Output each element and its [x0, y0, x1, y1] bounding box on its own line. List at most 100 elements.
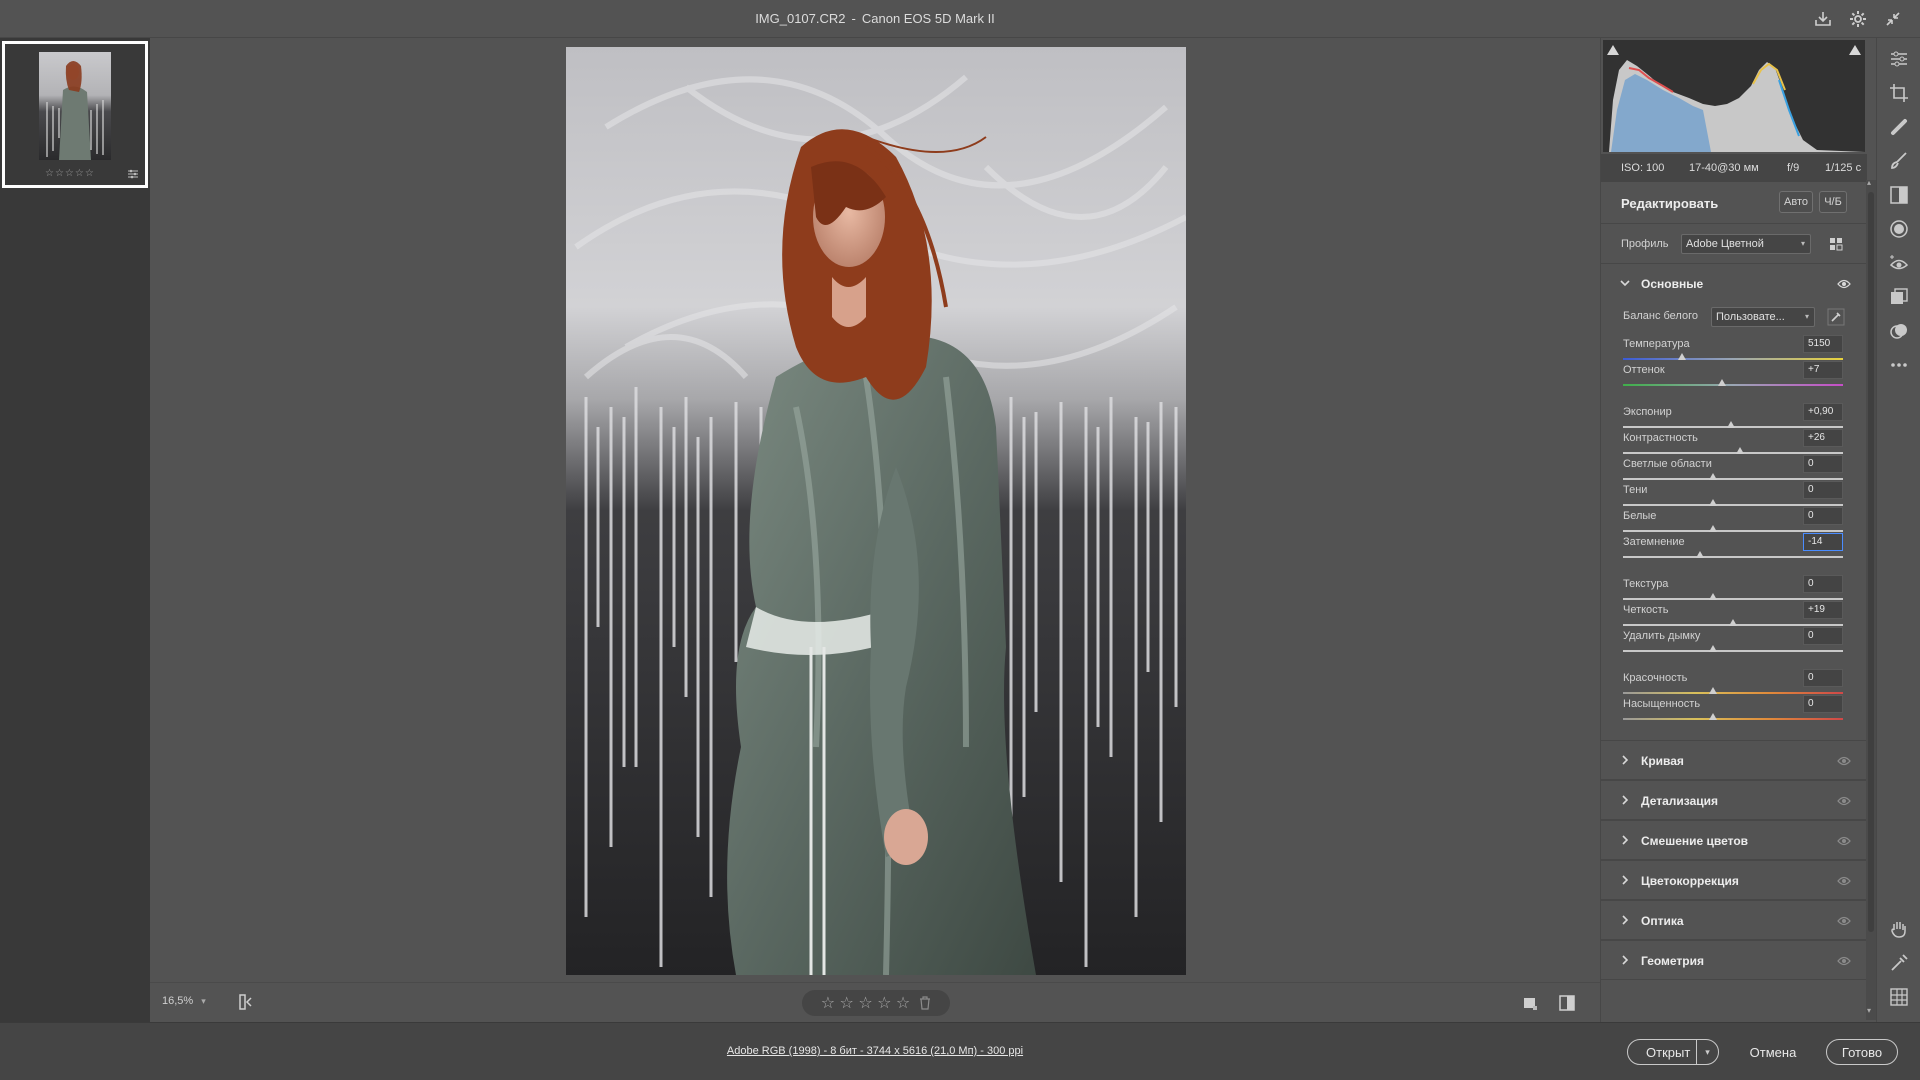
image-canvas[interactable] [150, 38, 1600, 982]
crop-icon[interactable] [1888, 82, 1910, 104]
trash-icon[interactable] [919, 996, 931, 1010]
sliders-icon[interactable] [1888, 48, 1910, 70]
slider-thumb[interactable] [1709, 713, 1718, 720]
brush-icon[interactable] [1888, 150, 1910, 172]
eye-icon[interactable] [1837, 836, 1851, 846]
red-eye-icon[interactable] [1888, 252, 1910, 274]
hand-icon[interactable] [1888, 918, 1910, 940]
section-header[interactable]: Смешение цветов [1601, 820, 1867, 860]
cancel-button[interactable]: Отмена [1733, 1039, 1813, 1065]
section-header[interactable]: Геометрия [1601, 940, 1867, 980]
slider-value-input[interactable]: 0 [1803, 695, 1843, 713]
slider-thumb[interactable] [1709, 499, 1718, 506]
shadow-clipping-icon[interactable] [1607, 45, 1619, 55]
healing-brush-icon[interactable] [1888, 116, 1910, 138]
eye-icon[interactable] [1837, 876, 1851, 886]
filmstrip-thumbnail[interactable]: ☆☆☆☆☆ [2, 41, 148, 188]
toggle-filmstrip-icon[interactable] [238, 993, 256, 1011]
scroll-up-icon[interactable]: ▴ [1867, 178, 1871, 187]
slider-value-input[interactable]: 0 [1803, 455, 1843, 473]
eye-icon[interactable] [1837, 279, 1851, 289]
highlight-clipping-icon[interactable] [1849, 45, 1861, 55]
slider-thumb[interactable] [1709, 593, 1718, 600]
exif-shutter: 1/125 с [1825, 162, 1862, 174]
slider-thumb[interactable] [1735, 447, 1744, 454]
workflow-options-link[interactable]: Adobe RGB (1998) - 8 бит - 3744 x 5616 (… [0, 1045, 1750, 1057]
gradient-icon[interactable] [1888, 184, 1910, 206]
slider-label: Затемнение [1623, 536, 1685, 548]
done-button[interactable]: Готово [1826, 1039, 1898, 1065]
slider-value-input[interactable]: -14 [1803, 533, 1843, 551]
section-header[interactable]: Оптика [1601, 900, 1867, 940]
zoom-select[interactable]: 16,5% ▾ [162, 995, 206, 1007]
slider-thumb[interactable] [1726, 421, 1735, 428]
slider-track[interactable] [1623, 358, 1843, 360]
section-basic[interactable]: Основные [1601, 264, 1867, 304]
eyedropper-icon[interactable] [1888, 952, 1910, 974]
slider-value-input[interactable]: 0 [1803, 507, 1843, 525]
rating-stars[interactable]: ☆ ☆ ☆ ☆ ☆ [821, 993, 911, 1013]
slider-label: Контрастность [1623, 432, 1698, 444]
slider-value-input[interactable]: +26 [1803, 429, 1843, 447]
slider-track[interactable] [1623, 556, 1843, 558]
single-view-icon[interactable] [1522, 995, 1538, 1011]
thumbnail-rating[interactable]: ☆☆☆☆☆ [45, 168, 95, 179]
eye-icon[interactable] [1837, 956, 1851, 966]
slider-track[interactable] [1623, 650, 1843, 652]
slider-thumb[interactable] [1729, 619, 1737, 626]
slider-value-input[interactable]: +0,90 [1803, 403, 1843, 421]
section-header[interactable]: Кривая [1601, 740, 1867, 780]
white-balance-select[interactable]: Пользовате... ▾ [1711, 307, 1815, 327]
slider-track[interactable] [1623, 504, 1843, 506]
gear-icon[interactable] [1847, 8, 1869, 30]
slider-track[interactable] [1623, 598, 1843, 600]
open-options-chevron-icon[interactable]: ▾ [1696, 1040, 1718, 1064]
slider-label: Оттенок [1623, 364, 1665, 376]
slider-thumb[interactable] [1709, 525, 1718, 532]
profile-select[interactable]: Adobe Цветной ▾ [1681, 234, 1811, 254]
snapshots-icon[interactable] [1888, 286, 1910, 308]
slider-label: Экспонир [1623, 406, 1672, 418]
slider-track[interactable] [1623, 530, 1843, 532]
slider-value-input[interactable]: 5150 [1803, 335, 1843, 353]
open-button[interactable]: Открыт ▾ [1627, 1039, 1719, 1065]
slider-thumb[interactable] [1709, 645, 1718, 652]
eyedropper-icon[interactable] [1827, 308, 1845, 326]
eye-icon[interactable] [1837, 916, 1851, 926]
profile-browser-icon[interactable] [1829, 237, 1843, 251]
eye-icon[interactable] [1837, 756, 1851, 766]
radial-filter-icon[interactable] [1888, 218, 1910, 240]
collapse-icon[interactable] [1882, 8, 1904, 30]
slider-track[interactable] [1623, 452, 1843, 454]
slider-track[interactable] [1623, 718, 1843, 720]
file-name: IMG_0107.CR2 [755, 11, 846, 26]
panel-scrollbar[interactable]: ▴ ▾ [1866, 178, 1876, 1020]
slider-thumb[interactable] [1709, 473, 1718, 480]
slider-thumb[interactable] [1709, 687, 1718, 694]
slider-value-input[interactable]: +19 [1803, 601, 1843, 619]
chevron-right-icon [1622, 755, 1629, 765]
grid-icon[interactable] [1888, 986, 1910, 1008]
slider-thumb[interactable] [1718, 379, 1726, 386]
section-header[interactable]: Цветокоррекция [1601, 860, 1867, 900]
presets-icon[interactable] [1888, 320, 1910, 342]
section-header[interactable]: Детализация [1601, 780, 1867, 820]
slider-track[interactable] [1623, 384, 1843, 386]
slider-thumb[interactable] [1678, 353, 1687, 360]
auto-button[interactable]: Авто [1779, 191, 1813, 213]
slider-value-input[interactable]: 0 [1803, 575, 1843, 593]
slider-track[interactable] [1623, 478, 1843, 480]
eye-icon[interactable] [1837, 796, 1851, 806]
bw-button[interactable]: Ч/Б [1819, 191, 1847, 213]
slider-value-input[interactable]: 0 [1803, 481, 1843, 499]
slider-value-input[interactable]: 0 [1803, 669, 1843, 687]
scroll-down-icon[interactable]: ▾ [1867, 1006, 1871, 1015]
slider-thumb[interactable] [1696, 551, 1704, 558]
save-icon[interactable] [1812, 8, 1834, 30]
slider-value-input[interactable]: 0 [1803, 627, 1843, 645]
before-after-icon[interactable] [1558, 994, 1576, 1012]
slider-value-input[interactable]: +7 [1803, 361, 1843, 379]
more-icon[interactable] [1888, 354, 1910, 376]
scrollbar-thumb[interactable] [1868, 192, 1874, 932]
slider-track[interactable] [1623, 692, 1843, 694]
